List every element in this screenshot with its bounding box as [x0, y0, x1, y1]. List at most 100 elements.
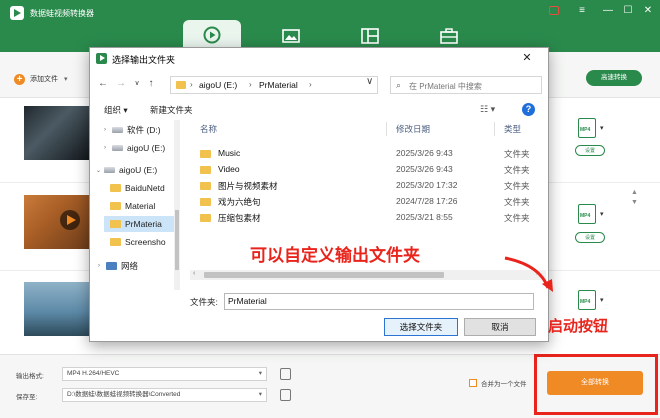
file-row[interactable]: 戏为六绝句 2024/7/28 17:26 文件夹 — [186, 194, 546, 210]
column-header-name[interactable]: 名称 — [200, 120, 217, 138]
tree-item[interactable]: › 网络 — [98, 258, 138, 274]
file-type: 文件夹 — [504, 149, 530, 159]
annotation-custom-folder: 可以自定义输出文件夹 — [250, 246, 420, 265]
column-header-date[interactable]: 修改日期 — [396, 120, 430, 138]
save-path-value: D:\数据蛙\数据蛙视频转换器\Converted — [67, 391, 181, 398]
tree-scrollbar[interactable] — [174, 120, 180, 290]
plus-icon: + — [14, 73, 25, 85]
tree-item[interactable]: › aigoU (E:) — [104, 140, 165, 156]
tab-layout[interactable] — [341, 22, 399, 50]
fast-convert-button[interactable]: 高速转换 — [586, 70, 642, 86]
file-row[interactable]: 压缩包素材 2025/3/21 8:55 文件夹 — [186, 210, 546, 226]
merge-checkbox[interactable] — [469, 379, 477, 387]
chevron-right-icon[interactable]: › — [190, 80, 193, 89]
format-mp4-icon[interactable]: MP4 — [578, 118, 596, 138]
file-name: 压缩包素材 — [218, 213, 261, 223]
cancel-button[interactable]: 取消 — [464, 318, 536, 336]
app-title: 数据蛙视频转换器 — [30, 9, 94, 18]
output-format-select[interactable]: MP4 H.264/HEVC ▾ — [62, 367, 267, 381]
file-type: 文件夹 — [504, 197, 530, 207]
forward-arrow-icon[interactable]: → — [114, 77, 128, 91]
chevron-down-icon[interactable]: ▾ — [600, 210, 604, 218]
history-dropdown-icon[interactable]: ∨ — [130, 77, 144, 91]
toolbox-icon — [440, 28, 458, 44]
folder-icon — [110, 202, 121, 210]
play-icon[interactable] — [60, 210, 80, 230]
organize-button[interactable]: 组织 ▾ — [104, 104, 128, 116]
tree-item[interactable]: ⌄ aigoU (E:) — [96, 162, 157, 178]
file-date: 2025/3/26 9:43 — [396, 164, 453, 174]
folder-field[interactable]: PrMaterial — [224, 293, 534, 310]
add-file-button[interactable]: + 添加文件 ▾ — [14, 73, 68, 85]
chevron-right-icon[interactable]: › — [309, 80, 312, 89]
app-logo-icon — [10, 6, 24, 20]
format-mp4-icon[interactable]: MP4 — [578, 204, 596, 224]
video-thumbnail[interactable] — [24, 282, 92, 336]
dialog-title: 选择输出文件夹 — [112, 55, 176, 65]
chevron-right-icon[interactable]: › — [249, 80, 252, 89]
annotation-start-button: 启动按钮 — [548, 318, 609, 335]
up-arrow-icon[interactable]: ↑ — [144, 77, 158, 91]
video-thumbnail[interactable] — [24, 106, 92, 160]
folder-icon — [200, 150, 211, 158]
scrollbar-thumb[interactable] — [175, 210, 179, 270]
file-row[interactable]: Video 2025/3/26 9:43 文件夹 — [186, 162, 546, 178]
new-folder-button[interactable]: 新建文件夹 — [150, 104, 193, 116]
maximize-icon[interactable]: ☐ — [620, 4, 636, 18]
search-input[interactable]: ⌕ 在 PrMaterial 中搜索 — [390, 76, 542, 94]
tab-toolbox[interactable] — [420, 22, 478, 50]
save-path-select[interactable]: D:\数据蛙\数据蛙视频转换器\Converted ▾ — [62, 388, 267, 402]
folder-icon — [110, 238, 121, 246]
column-divider[interactable] — [494, 122, 495, 136]
address-bar[interactable]: › aigoU (E:) › PrMaterial › — [170, 76, 378, 94]
format-mp4-icon[interactable]: MP4 — [578, 290, 596, 310]
file-row[interactable]: 图片与视频素材 2025/3/20 17:32 文件夹 — [186, 178, 546, 194]
menu-icon[interactable]: ≡ — [574, 4, 590, 18]
output-format-value: MP4 H.264/HEVC — [67, 370, 120, 377]
tree-item-selected[interactable]: PrMateria — [104, 216, 174, 232]
video-thumbnail[interactable] — [24, 195, 92, 249]
column-header-type[interactable]: 类型 — [504, 120, 521, 138]
tab-image[interactable] — [262, 22, 320, 50]
chevron-down-icon[interactable]: ▾ — [600, 296, 604, 304]
drive-icon — [112, 127, 123, 133]
settings-button[interactable]: 设置 — [575, 145, 605, 156]
file-name: Video — [218, 164, 240, 174]
minimize-icon[interactable]: — — [600, 4, 616, 18]
tree-item[interactable]: Material — [110, 198, 155, 214]
scroll-right-icon[interactable]: › — [536, 270, 538, 277]
help-icon[interactable]: ? — [522, 103, 535, 116]
format-settings-icon[interactable] — [280, 368, 291, 380]
tree-item[interactable]: › 软件 (D:) — [104, 122, 161, 138]
tree-item-label: aigoU (E:) — [127, 143, 166, 153]
message-icon[interactable] — [549, 6, 559, 15]
chevron-down-icon[interactable]: ▾ — [600, 124, 604, 132]
tree-item[interactable]: BaiduNetd — [110, 180, 165, 196]
chevron-down-icon: ▾ — [258, 370, 262, 377]
file-date: 2025/3/26 9:43 — [396, 148, 453, 158]
tree-item[interactable]: Screensho — [110, 234, 166, 250]
dialog-app-icon — [96, 53, 107, 64]
dialog-close-icon[interactable]: ✕ — [518, 51, 536, 65]
chevron-right-icon: › — [104, 145, 106, 151]
file-row[interactable]: Music 2025/3/26 9:43 文件夹 — [186, 146, 546, 162]
select-folder-button[interactable]: 选择文件夹 — [384, 318, 458, 336]
scroll-left-icon[interactable]: ‹ — [193, 270, 195, 277]
address-folder[interactable]: PrMaterial — [259, 80, 298, 90]
folder-icon — [200, 214, 211, 222]
scroll-arrows[interactable]: ▲ ▼ — [631, 188, 639, 208]
back-arrow-icon[interactable]: ← — [96, 77, 110, 91]
column-divider[interactable] — [386, 122, 387, 136]
file-name: Music — [218, 148, 241, 158]
navigation-tree: › 软件 (D:) › aigoU (E:) ⌄ aigoU (E:) Baid… — [90, 120, 174, 290]
horizontal-scrollbar[interactable]: ‹ › — [190, 270, 546, 280]
close-icon[interactable]: ✕ — [640, 4, 656, 18]
folder-open-icon[interactable] — [280, 389, 291, 401]
view-options-icon[interactable]: ☷ ▾ — [480, 104, 495, 115]
address-dropdown-icon[interactable]: ∨ — [366, 76, 373, 87]
chevron-down-icon[interactable]: ▾ — [64, 75, 68, 83]
address-drive[interactable]: aigoU (E:) — [199, 80, 237, 90]
settings-button[interactable]: 设置 — [575, 232, 605, 243]
chevron-down-icon: ⌄ — [96, 167, 102, 174]
scrollbar-thumb[interactable] — [204, 272, 444, 278]
